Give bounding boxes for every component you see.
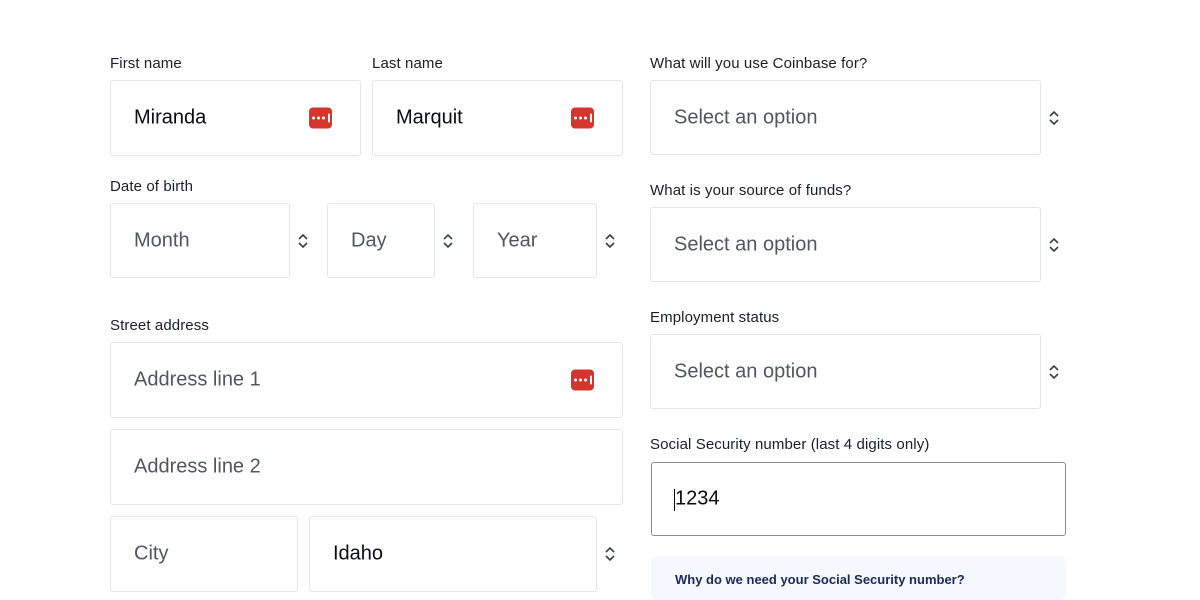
dob-month-select[interactable]: Month [110, 203, 290, 278]
dob-year-placeholder: Year [497, 229, 538, 251]
employment-label: Employment status [650, 309, 780, 326]
usage-select[interactable]: Select an option [650, 80, 1041, 155]
usage-placeholder: Select an option [674, 106, 818, 128]
chevron-up-down-icon[interactable] [1047, 109, 1061, 127]
dob-day-select[interactable]: Day [327, 203, 435, 278]
last-name-label: Last name [372, 55, 443, 72]
address-line1-placeholder: Address line 1 [134, 368, 261, 391]
street-address-label: Street address [110, 317, 209, 334]
dob-label: Date of birth [110, 178, 194, 195]
employment-select[interactable]: Select an option [650, 334, 1041, 409]
address-line2-placeholder: Address line 2 [134, 455, 261, 478]
chevron-up-down-icon[interactable] [441, 232, 455, 250]
password-manager-icon[interactable] [309, 107, 332, 129]
ssn-value: 1234 [675, 487, 720, 510]
ssn-help-link[interactable]: Why do we need your Social Security numb… [675, 572, 965, 587]
dob-year-select[interactable]: Year [473, 203, 597, 278]
funds-select[interactable]: Select an option [650, 207, 1041, 282]
dob-day-placeholder: Day [351, 229, 387, 251]
chevron-up-down-icon[interactable] [1047, 363, 1061, 381]
chevron-up-down-icon[interactable] [296, 232, 310, 250]
last-name-field[interactable]: Marquit [372, 80, 623, 156]
city-placeholder: City [134, 542, 169, 565]
address-line1-input[interactable]: Address line 1 [110, 342, 623, 418]
first-name-label: First name [110, 55, 182, 72]
first-name-field[interactable]: Miranda [110, 80, 361, 156]
chevron-up-down-icon[interactable] [603, 545, 617, 563]
usage-label: What will you use Coinbase for? [650, 55, 868, 72]
password-manager-icon[interactable] [571, 107, 594, 129]
ssn-input[interactable]: 1234 [651, 462, 1066, 536]
employment-placeholder: Select an option [674, 360, 818, 382]
password-manager-icon[interactable] [571, 369, 594, 391]
first-name-value: Miranda [134, 106, 207, 129]
chevron-up-down-icon[interactable] [1047, 236, 1061, 254]
funds-placeholder: Select an option [674, 233, 818, 255]
address-line2-input[interactable]: Address line 2 [110, 429, 623, 505]
ssn-label: Social Security number (last 4 digits on… [650, 436, 930, 453]
state-select[interactable]: Idaho [309, 516, 597, 592]
state-value: Idaho [333, 542, 384, 565]
funds-label: What is your source of funds? [650, 182, 852, 199]
chevron-up-down-icon[interactable] [603, 232, 617, 250]
city-input[interactable]: City [110, 516, 298, 592]
dob-month-placeholder: Month [134, 229, 190, 251]
last-name-value: Marquit [396, 106, 463, 129]
ssn-help-box: Why do we need your Social Security numb… [651, 556, 1066, 600]
